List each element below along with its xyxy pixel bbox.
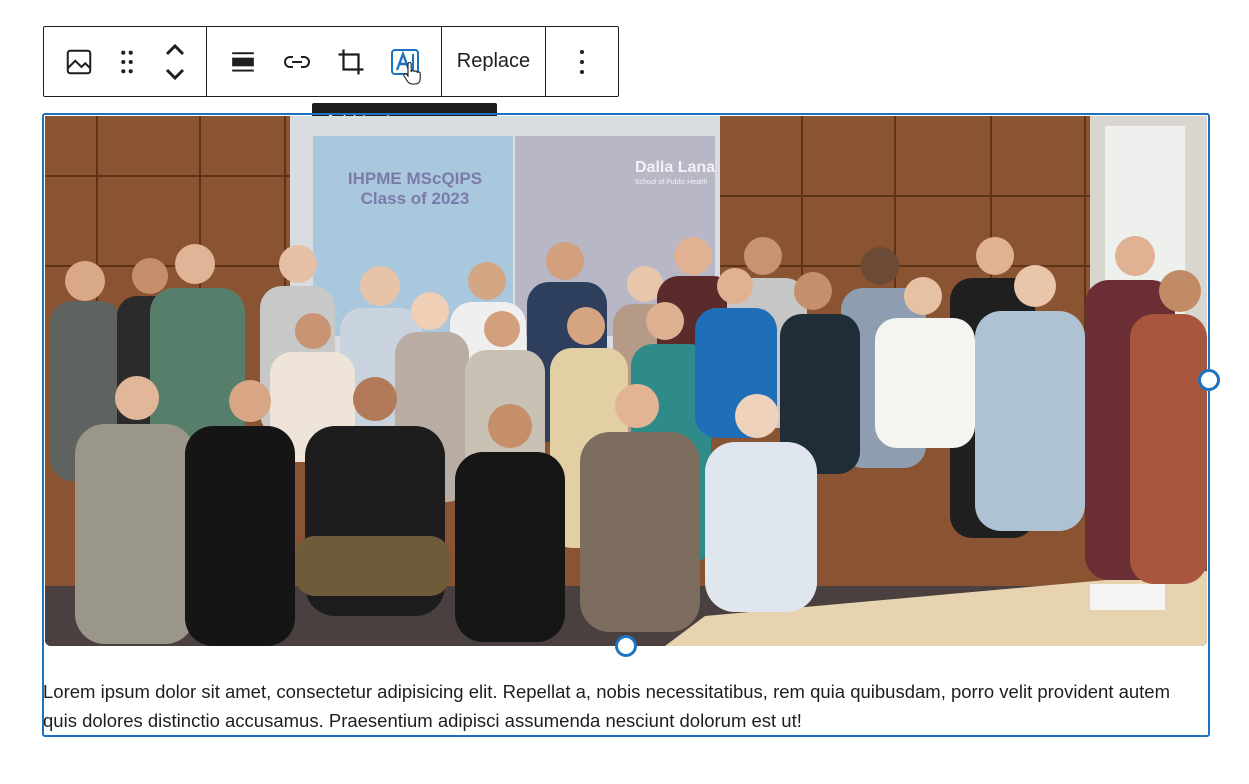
image-block-icon — [66, 49, 92, 74]
move-up-down-icon — [165, 43, 185, 80]
toolbar-group-block — [44, 27, 207, 96]
link-button[interactable] — [273, 38, 321, 86]
move-up-down-button[interactable] — [151, 38, 199, 86]
toolbar-group-tools — [207, 27, 442, 96]
crop-button[interactable] — [327, 38, 375, 86]
resize-handle-right[interactable] — [1198, 369, 1220, 391]
resize-handle-bottom[interactable] — [615, 635, 637, 657]
align-icon — [232, 51, 254, 72]
link-icon — [284, 55, 310, 68]
slide-title-line2: Class of 2023 — [361, 189, 470, 208]
slide-logo-line2: School of Public Health — [635, 179, 707, 186]
align-button[interactable] — [219, 38, 267, 86]
crop-icon — [338, 49, 364, 74]
add-text-over-image-button[interactable] — [381, 38, 429, 86]
group-photo-image[interactable]: IHPME MScQIPS Class of 2023 Dalla Lana S… — [45, 116, 1207, 646]
replace-button[interactable]: Replace — [451, 50, 536, 73]
vertical-ellipsis-icon — [580, 49, 584, 74]
slide-logo-line1: Dalla Lana — [635, 159, 715, 176]
hand-cursor-icon — [403, 61, 421, 85]
more-options-button[interactable] — [558, 38, 606, 86]
image-block-button[interactable] — [55, 38, 103, 86]
slide-title-line1: IHPME MScQIPS — [348, 169, 482, 188]
drag-handle-button[interactable] — [103, 38, 151, 86]
drag-handle-icon — [121, 50, 133, 73]
image-caption[interactable]: Lorem ipsum dolor sit amet, consectetur … — [43, 677, 1193, 735]
toolbar-group-options — [546, 27, 618, 96]
block-toolbar: Replace — [43, 26, 619, 97]
toolbar-group-replace: Replace — [442, 27, 546, 96]
